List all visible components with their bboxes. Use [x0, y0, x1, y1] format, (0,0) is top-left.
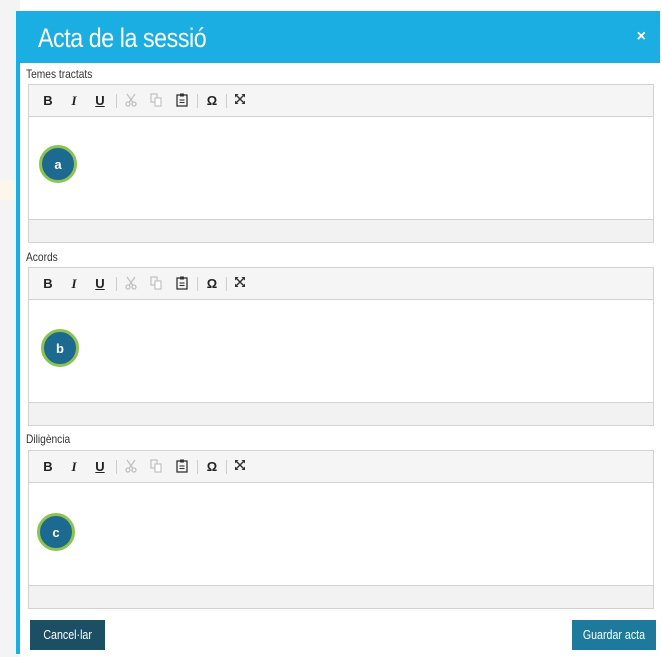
editor-status-bar: [29, 219, 653, 242]
field-label-topics: Temes tractats: [26, 67, 93, 81]
expand-icon[interactable]: [233, 93, 247, 109]
minutes-dialog: Acta de la sessió × Temes tractats B I U…: [16, 11, 660, 654]
editor-diligence: B I U Ω c: [28, 450, 654, 609]
copy-icon[interactable]: [149, 459, 163, 475]
bold-button[interactable]: B: [41, 459, 55, 475]
scissors-icon[interactable]: [124, 459, 138, 475]
close-icon[interactable]: ×: [637, 29, 646, 45]
italic-button[interactable]: I: [67, 93, 81, 109]
scissors-icon[interactable]: [124, 93, 138, 109]
toolbar-separator: [197, 460, 198, 474]
field-label-diligence: Diligència: [26, 432, 71, 446]
toolbar-separator: [226, 94, 227, 108]
copy-icon[interactable]: [149, 276, 163, 292]
dialog-title: Acta de la sessió: [38, 23, 207, 53]
underline-button[interactable]: U: [93, 93, 107, 109]
dialog-header: Acta de la sessió ×: [20, 11, 660, 63]
bold-button[interactable]: B: [41, 276, 55, 292]
special-char-button[interactable]: Ω: [205, 276, 219, 292]
scissors-icon[interactable]: [124, 276, 138, 292]
editor-agreements: B I U Ω b: [28, 267, 654, 426]
toolbar-separator: [226, 277, 227, 291]
cancel-button-label: Cancel·lar: [43, 627, 92, 642]
toolbar-separator: [116, 277, 117, 291]
underline-button[interactable]: U: [93, 276, 107, 292]
underline-button[interactable]: U: [93, 459, 107, 475]
toolbar-separator: [197, 277, 198, 291]
marker-badge: c: [37, 513, 75, 551]
cancel-button[interactable]: Cancel·lar: [30, 620, 105, 650]
italic-button[interactable]: I: [67, 276, 81, 292]
expand-icon[interactable]: [233, 459, 247, 475]
italic-button[interactable]: I: [67, 459, 81, 475]
bold-button[interactable]: B: [41, 93, 55, 109]
save-minutes-button[interactable]: Guardar acta: [572, 620, 656, 650]
toolbar-separator: [116, 94, 117, 108]
marker-badge: a: [39, 145, 77, 183]
save-button-label: Guardar acta: [582, 627, 646, 642]
editor-toolbar: B I U Ω: [29, 85, 653, 117]
expand-icon[interactable]: [233, 276, 247, 292]
editor-status-bar: [29, 585, 653, 608]
marker-badge: b: [41, 329, 79, 367]
special-char-button[interactable]: Ω: [205, 459, 219, 475]
toolbar-separator: [226, 460, 227, 474]
editor-topics: B I U Ω a: [28, 84, 654, 243]
special-char-button[interactable]: Ω: [205, 93, 219, 109]
editor-toolbar: B I U Ω: [29, 268, 653, 300]
editor-text-area[interactable]: [29, 300, 653, 402]
editor-status-bar: [29, 402, 653, 425]
toolbar-separator: [197, 94, 198, 108]
clipboard-icon[interactable]: [175, 276, 189, 292]
editor-toolbar: B I U Ω: [29, 451, 653, 483]
clipboard-icon[interactable]: [175, 459, 189, 475]
copy-icon[interactable]: [149, 93, 163, 109]
editor-text-area[interactable]: [29, 117, 653, 219]
toolbar-separator: [116, 460, 117, 474]
editor-text-area[interactable]: [29, 483, 653, 585]
field-label-agreements: Acords: [26, 250, 58, 264]
clipboard-icon[interactable]: [175, 93, 189, 109]
